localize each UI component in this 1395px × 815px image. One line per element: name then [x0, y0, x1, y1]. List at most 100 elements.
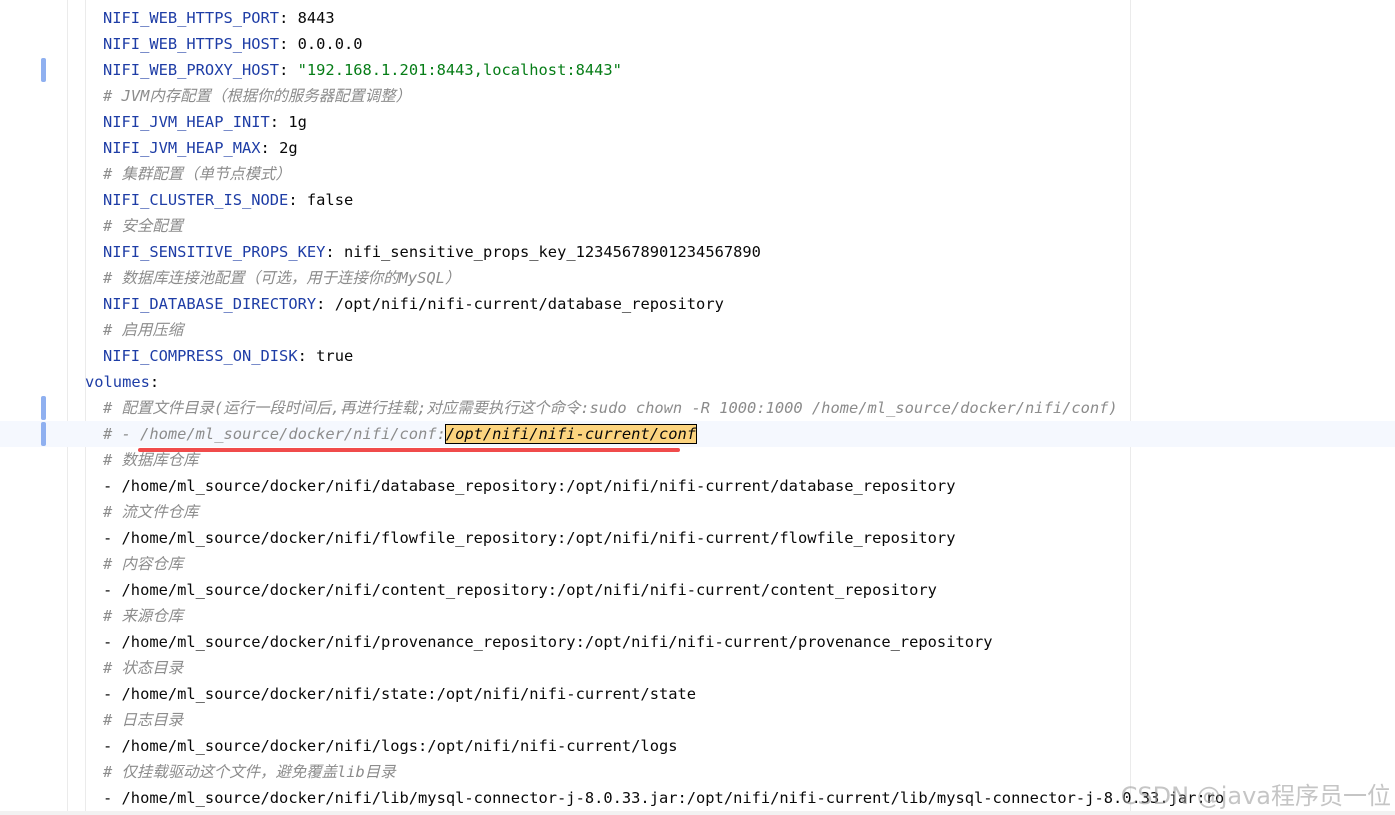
line-content: NIFI_COMPRESS_ON_DISK: true — [103, 343, 353, 369]
comment: # 内容仓库 — [103, 555, 184, 573]
code-line[interactable]: # 安全配置 — [0, 213, 1395, 239]
list-item: - /home/ml_source/docker/nifi/logs:/opt/… — [103, 737, 678, 755]
punctuation: : — [149, 373, 160, 391]
change-marker[interactable] — [41, 396, 46, 420]
code-line[interactable]: NIFI_COMPRESS_ON_DISK: true — [0, 343, 1395, 369]
yaml-key: NIFI_JVM_HEAP_INIT — [103, 113, 270, 131]
comment: # 数据库连接池配置（可选，用于连接你的MySQL） — [103, 269, 461, 287]
yaml-key: NIFI_DATABASE_DIRECTORY — [103, 295, 317, 313]
line-content: # 日志目录 — [103, 707, 183, 733]
yaml-key: NIFI_JVM_HEAP_MAX — [103, 139, 261, 157]
horizontal-scrollbar[interactable] — [0, 811, 1395, 815]
code-line[interactable]: # 内容仓库 — [0, 551, 1395, 577]
punctuation: : — [260, 139, 270, 157]
code-line[interactable]: # 日志目录 — [0, 707, 1395, 733]
yaml-key: NIFI_SENSITIVE_PROPS_KEY — [103, 243, 326, 261]
code-line[interactable]: - /home/ml_source/docker/nifi/flowfile_r… — [0, 525, 1395, 551]
line-content: # 仅挂载驱动这个文件，避免覆盖lib目录 — [103, 759, 396, 785]
code-line[interactable]: NIFI_WEB_PROXY_HOST: "192.168.1.201:8443… — [0, 57, 1395, 83]
line-content: # 集群配置（单节点模式） — [103, 161, 291, 187]
code-line[interactable]: # 来源仓库 — [0, 603, 1395, 629]
comment: # 来源仓库 — [103, 607, 184, 625]
code-line[interactable]: # 配置文件目录(运行一段时间后,再进行挂载;对应需要执行这个命令:sudo c… — [0, 395, 1395, 421]
line-content: # 状态目录 — [103, 655, 183, 681]
code-line[interactable]: # 集群配置（单节点模式） — [0, 161, 1395, 187]
punctuation — [270, 139, 279, 157]
punctuation: : — [325, 243, 335, 261]
yaml-value: /opt/nifi/nifi-current/database_reposito… — [334, 295, 724, 313]
line-content: - /home/ml_source/docker/nifi/state:/opt… — [103, 681, 696, 707]
comment: # 配置文件目录(运行一段时间后,再进行挂载;对应需要执行这个命令:sudo c… — [103, 399, 1118, 417]
yaml-key: NIFI_WEB_HTTPS_HOST — [103, 35, 280, 53]
line-content: # 配置文件目录(运行一段时间后,再进行挂载;对应需要执行这个命令:sudo c… — [103, 395, 1118, 421]
code-line[interactable]: NIFI_JVM_HEAP_MAX: 2g — [0, 135, 1395, 161]
line-content: - /home/ml_source/docker/nifi/content_re… — [103, 577, 937, 603]
line-content: # 流文件仓库 — [103, 499, 199, 525]
line-content: NIFI_CLUSTER_IS_NODE: false — [103, 187, 353, 213]
line-content: NIFI_WEB_HTTPS_HOST: 0.0.0.0 — [103, 31, 363, 57]
code-line[interactable]: NIFI_WEB_HTTPS_HOST: 0.0.0.0 — [0, 31, 1395, 57]
punctuation — [288, 61, 297, 79]
code-line[interactable]: volumes: — [0, 369, 1395, 395]
punctuation: : — [279, 9, 289, 27]
line-content: # 安全配置 — [103, 213, 183, 239]
yaml-value: 1g — [288, 113, 307, 131]
line-content: - /home/ml_source/docker/nifi/lib/mysql-… — [103, 785, 1224, 811]
line-content: NIFI_SENSITIVE_PROPS_KEY: nifi_sensitive… — [103, 239, 761, 265]
yaml-key: NIFI_WEB_PROXY_HOST — [103, 61, 280, 79]
code-line[interactable]: # 流文件仓库 — [0, 499, 1395, 525]
comment: # 数据库仓库 — [103, 451, 199, 469]
comment: # JVM内存配置（根据你的服务器配置调整） — [103, 87, 411, 105]
change-marker[interactable] — [41, 422, 46, 446]
punctuation: : — [279, 35, 289, 53]
line-content: NIFI_JVM_HEAP_INIT: 1g — [103, 109, 307, 135]
code-line[interactable]: NIFI_CLUSTER_IS_NODE: false — [0, 187, 1395, 213]
code-line[interactable]: - /home/ml_source/docker/nifi/database_r… — [0, 473, 1395, 499]
list-item: - /home/ml_source/docker/nifi/lib/mysql-… — [103, 789, 1225, 807]
code-line[interactable]: NIFI_WEB_HTTPS_PORT: 8443 — [0, 5, 1395, 31]
list-item: - /home/ml_source/docker/nifi/provenance… — [103, 633, 993, 651]
code-line[interactable]: # 启用压缩 — [0, 317, 1395, 343]
change-marker[interactable] — [41, 58, 46, 82]
comment: # 日志目录 — [103, 711, 184, 729]
punctuation — [325, 295, 334, 313]
code-line[interactable]: # 状态目录 — [0, 655, 1395, 681]
comment: # 集群配置（单节点模式） — [103, 165, 291, 183]
list-item: - /home/ml_source/docker/nifi/database_r… — [103, 477, 956, 495]
search-highlight: /opt/nifi/nifi-current/conf — [444, 424, 698, 444]
comment: # 启用压缩 — [103, 321, 184, 339]
line-content: # 数据库连接池配置（可选，用于连接你的MySQL） — [103, 265, 460, 291]
comment: # 流文件仓库 — [103, 503, 199, 521]
code-line[interactable]: - /home/ml_source/docker/nifi/provenance… — [0, 629, 1395, 655]
code-line[interactable]: NIFI_JVM_HEAP_INIT: 1g — [0, 109, 1395, 135]
yaml-value: nifi_sensitive_props_key_123456789012345… — [343, 243, 761, 261]
punctuation — [307, 347, 316, 365]
code-line[interactable]: - /home/ml_source/docker/nifi/logs:/opt/… — [0, 733, 1395, 759]
line-content: NIFI_JVM_HEAP_MAX: 2g — [103, 135, 298, 161]
code-line[interactable]: # 数据库连接池配置（可选，用于连接你的MySQL） — [0, 265, 1395, 291]
code-line[interactable]: # JVM内存配置（根据你的服务器配置调整） — [0, 83, 1395, 109]
line-content: volumes: — [85, 369, 159, 395]
punctuation: : — [279, 61, 289, 79]
punctuation — [288, 35, 297, 53]
comment: # 安全配置 — [103, 217, 184, 235]
line-content: NIFI_WEB_HTTPS_PORT: 8443 — [103, 5, 335, 31]
red-underline-annotation — [138, 448, 680, 452]
code-line[interactable]: - /home/ml_source/docker/nifi/state:/opt… — [0, 681, 1395, 707]
comment: # - /home/ml_source/docker/nifi/conf: — [103, 425, 446, 443]
line-content: - /home/ml_source/docker/nifi/logs:/opt/… — [103, 733, 678, 759]
yaml-string: "192.168.1.201:8443,localhost:8443" — [297, 61, 622, 79]
code-line[interactable]: NIFI_SENSITIVE_PROPS_KEY: nifi_sensitive… — [0, 239, 1395, 265]
code-line[interactable]: - /home/ml_source/docker/nifi/content_re… — [0, 577, 1395, 603]
punctuation: : — [297, 347, 307, 365]
yaml-key: NIFI_CLUSTER_IS_NODE — [103, 191, 289, 209]
yaml-value: 8443 — [297, 9, 335, 27]
punctuation — [279, 113, 288, 131]
yaml-value: true — [316, 347, 354, 365]
punctuation — [298, 191, 307, 209]
line-content: - /home/ml_source/docker/nifi/database_r… — [103, 473, 955, 499]
punctuation: : — [316, 295, 326, 313]
code-line[interactable]: NIFI_DATABASE_DIRECTORY: /opt/nifi/nifi-… — [0, 291, 1395, 317]
code-line[interactable]: # - /home/ml_source/docker/nifi/conf:/op… — [0, 421, 1395, 447]
comment: # 状态目录 — [103, 659, 184, 677]
